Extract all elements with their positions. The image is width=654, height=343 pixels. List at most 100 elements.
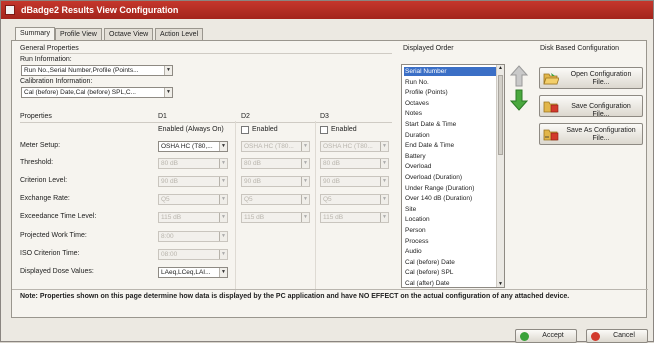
properties-heading: Properties [20, 113, 52, 120]
order-list-item[interactable]: Battery [404, 152, 496, 161]
app-icon [5, 5, 15, 15]
save-folder-icon [543, 101, 559, 113]
general-properties-heading: General Properties [20, 45, 79, 52]
chevron-down-icon: ▼ [164, 88, 172, 97]
order-list-item[interactable]: Profile (Points) [404, 88, 496, 97]
order-list-item[interactable]: Notes [404, 109, 496, 118]
order-list-item[interactable]: Duration [404, 131, 496, 140]
property-select[interactable]: LAeq,LCeq,LAI... ▼ [158, 267, 228, 278]
chevron-down-icon: ▼ [219, 213, 227, 222]
property-select[interactable]: 90 dB ▼ [320, 176, 389, 187]
title-bar[interactable]: dBadge2 Results View Configuration [1, 1, 653, 19]
property-value: Q5 [323, 196, 332, 203]
order-list-item[interactable]: Person [404, 226, 496, 235]
column-d2-status: Enabled [252, 126, 278, 133]
chevron-down-icon: ▼ [164, 66, 172, 75]
save-configuration-button[interactable]: Save Configuration File... [539, 95, 643, 118]
accept-button[interactable]: Accept [515, 329, 577, 343]
save-as-folder-icon [543, 129, 559, 141]
property-select[interactable]: OSHA HC (T80... ▼ [241, 141, 310, 152]
property-value: Q5 [244, 196, 253, 203]
scroll-down-icon[interactable]: ▼ [497, 281, 504, 287]
property-select[interactable]: 115 dB ▼ [158, 212, 228, 223]
property-label: Projected Work Time: [20, 232, 87, 239]
disk-config-heading: Disk Based Configuration [540, 45, 619, 52]
property-value: 115 dB [161, 214, 182, 221]
chevron-down-icon: ▼ [380, 177, 388, 186]
property-label: Criterion Level: [20, 177, 68, 184]
chevron-down-icon: ▼ [380, 142, 388, 151]
property-value: 80 dB [244, 160, 261, 167]
column-d1-status: Enabled (Always On) [158, 126, 224, 133]
move-up-arrow-icon[interactable] [510, 65, 528, 87]
chevron-down-icon: ▼ [219, 159, 227, 168]
folder-open-icon [543, 73, 559, 85]
order-list-item[interactable]: Site [404, 205, 496, 214]
note-divider [12, 289, 648, 290]
chevron-down-icon: ▼ [219, 232, 227, 241]
property-label: Threshold: [20, 159, 54, 166]
order-list-item[interactable]: Cal (after) Date [404, 279, 496, 287]
property-select[interactable]: Q5 ▼ [241, 194, 310, 205]
order-list-item[interactable]: Audio [404, 247, 496, 256]
chevron-down-icon: ▼ [301, 195, 309, 204]
cancel-button[interactable]: Cancel [586, 329, 648, 343]
chevron-down-icon: ▼ [380, 195, 388, 204]
property-select[interactable]: 8:00 ▼ [158, 231, 228, 242]
property-select[interactable]: 80 dB ▼ [241, 158, 310, 169]
check-icon [520, 332, 529, 341]
property-select[interactable]: OSHA HC (T80,... ▼ [158, 141, 228, 152]
run-information-select[interactable]: Run No.,Serial Number,Profile (Points...… [21, 65, 173, 76]
order-list-item[interactable]: Overload (Duration) [404, 173, 496, 182]
chevron-down-icon: ▼ [301, 213, 309, 222]
order-list-item[interactable]: Run No. [404, 78, 496, 87]
order-list-item[interactable]: Octaves [404, 99, 496, 108]
property-select[interactable]: Q5 ▼ [320, 194, 389, 205]
d2-enabled-checkbox[interactable] [241, 126, 249, 134]
order-list-item[interactable]: Cal (before) Date [404, 258, 496, 267]
order-list-item[interactable]: Process [404, 237, 496, 246]
property-select[interactable]: Q5 ▼ [158, 194, 228, 205]
property-label: Displayed Dose Values: [20, 268, 94, 275]
property-label: Exchange Rate: [20, 195, 70, 202]
property-select[interactable]: 08:00 ▼ [158, 249, 228, 260]
chevron-down-icon: ▼ [219, 195, 227, 204]
property-select[interactable]: 115 dB ▼ [241, 212, 310, 223]
order-list-item[interactable]: Under Range (Duration) [404, 184, 496, 193]
property-value: 08:00 [161, 251, 178, 258]
save-as-configuration-button[interactable]: Save As Configuration File... [539, 123, 643, 145]
calibration-information-select[interactable]: Cal (before) Date,Cal (before) SPL,C... … [21, 87, 173, 98]
order-list-item[interactable]: Over 140 dB (Duration) [404, 194, 496, 203]
chevron-down-icon: ▼ [301, 142, 309, 151]
property-select[interactable]: 90 dB ▼ [158, 176, 228, 187]
chevron-down-icon: ▼ [380, 159, 388, 168]
property-select[interactable]: 90 dB ▼ [241, 176, 310, 187]
scrollbar-thumb[interactable] [498, 75, 503, 155]
displayed-order-list[interactable]: ▲ ▼ Serial Number Run No. Profile (Points)… [401, 64, 505, 288]
property-select[interactable]: 80 dB ▼ [320, 158, 389, 169]
calibration-information-label: Calibration Information: [20, 78, 93, 85]
chevron-down-icon: ▼ [380, 213, 388, 222]
order-list-item[interactable]: Serial Number [404, 67, 496, 76]
property-select[interactable]: OSHA HC (T80... ▼ [320, 141, 389, 152]
scroll-up-icon[interactable]: ▲ [497, 65, 504, 71]
order-list-scrollbar[interactable]: ▲ ▼ [496, 65, 504, 287]
order-list-item[interactable]: Cal (before) SPL [404, 268, 496, 277]
property-select[interactable]: 80 dB ▼ [158, 158, 228, 169]
property-select[interactable]: 115 dB ▼ [320, 212, 389, 223]
order-list-item[interactable]: End Date & Time [404, 141, 496, 150]
property-value: 8:00 [161, 233, 174, 240]
property-value: OSHA HC (T80... [323, 143, 373, 150]
order-list-item[interactable]: Overload [404, 162, 496, 171]
property-value: 90 dB [161, 178, 178, 185]
d3-enabled-checkbox[interactable] [320, 126, 328, 134]
chevron-down-icon: ▼ [219, 177, 227, 186]
open-configuration-button[interactable]: Open Configuration File... [539, 67, 643, 89]
window-title: dBadge2 Results View Configuration [21, 5, 179, 15]
order-list-item[interactable]: Start Date & Time [404, 120, 496, 129]
property-value: Q5 [161, 196, 170, 203]
order-list-item[interactable]: Location [404, 215, 496, 224]
displayed-order-heading: Displayed Order [403, 45, 454, 52]
column-d3-status: Enabled [331, 126, 357, 133]
move-down-arrow-icon[interactable] [510, 89, 528, 111]
